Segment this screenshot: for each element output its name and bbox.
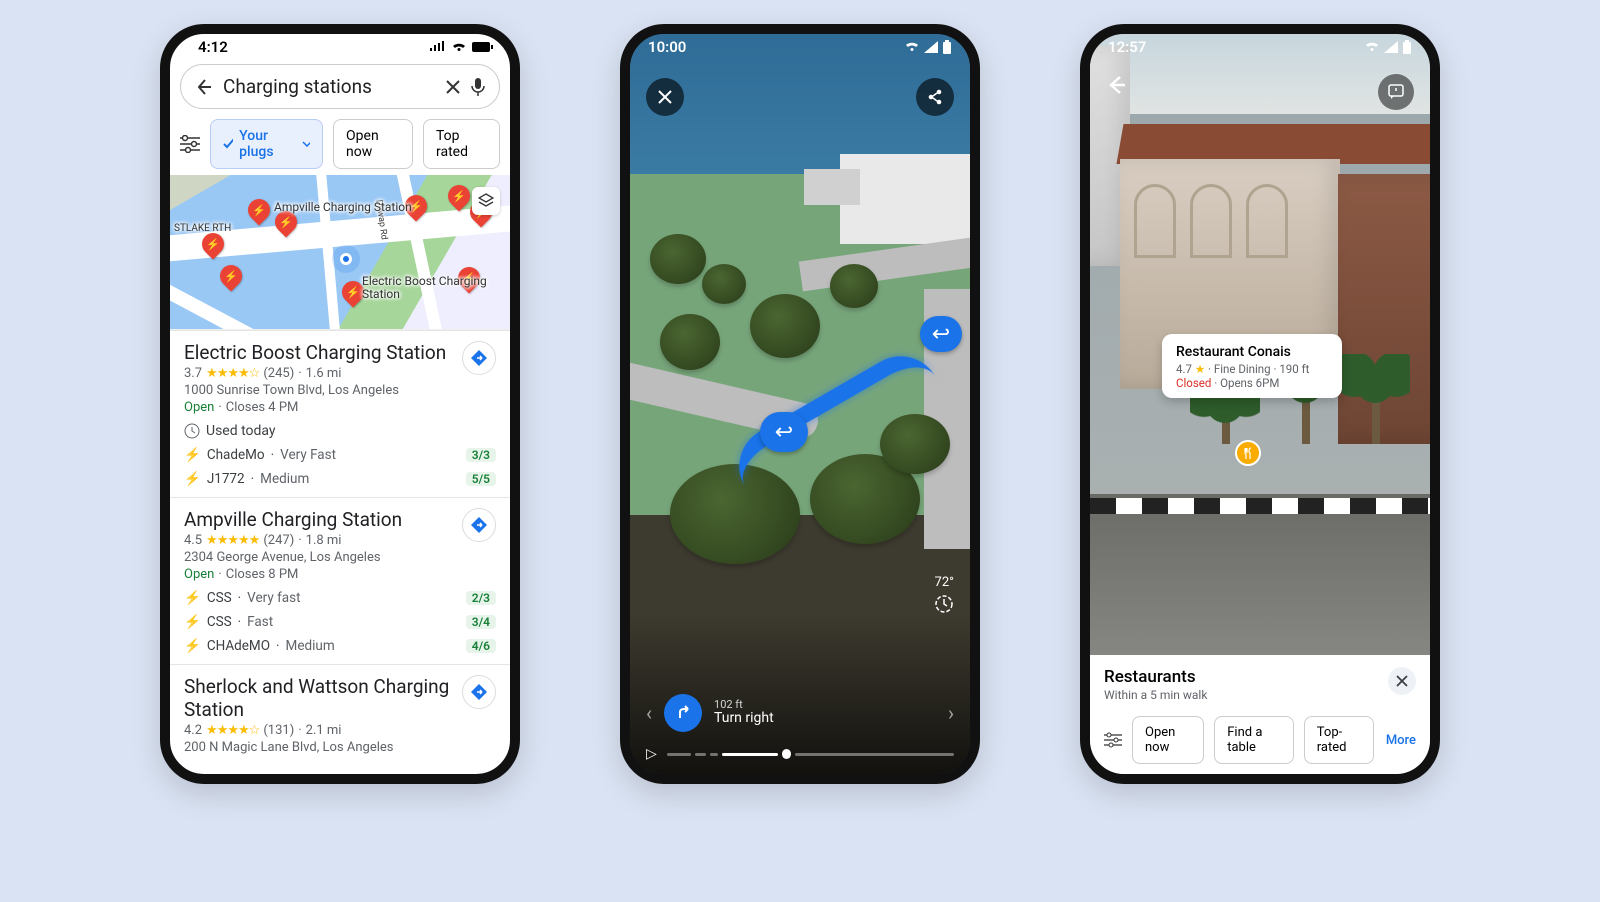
result-card[interactable]: Electric Boost Charging Station 3.7 ★★★★… [170, 330, 510, 497]
chip-open-now[interactable]: Open now [333, 119, 413, 169]
results-sheet: Restaurants Within a 5 min walk Open now… [1090, 655, 1430, 774]
used-today: Used today [184, 423, 496, 439]
chevron-right-icon[interactable]: › [948, 701, 954, 725]
map-area-label: STLAKE RTH [174, 223, 231, 234]
status-bar: 10:00 [630, 38, 970, 56]
stars-icon: ★★★★☆ [206, 723, 259, 738]
my-location-dot [340, 253, 352, 265]
stars-icon: ★★★★☆ [206, 366, 259, 381]
tune-icon[interactable] [180, 135, 200, 153]
chevron-left-icon[interactable]: ‹ [646, 701, 652, 725]
map-pin-label: Ampville Charging Station [274, 201, 412, 214]
chip-top-rated[interactable]: Top-rated [1304, 716, 1374, 764]
result-card[interactable]: Sherlock and Wattson Charging Station 4.… [170, 664, 510, 765]
status-bar: 4:12 [170, 34, 510, 56]
sheet-subtitle: Within a 5 min walk [1104, 688, 1207, 702]
back-button[interactable] [1106, 74, 1128, 96]
turn-icon [664, 694, 702, 732]
back-icon[interactable] [195, 78, 213, 96]
phone-1: 4:12 Charging stations Your plugs Open n… [160, 24, 520, 784]
share-button[interactable] [916, 78, 954, 116]
chip-top-rated[interactable]: Top rated [423, 119, 500, 169]
battery-icon [942, 40, 952, 54]
sheet-filter-chips: Open now Find a table Top-rated More [1104, 716, 1416, 764]
route-arrow-icon: ↩ [920, 316, 962, 352]
feedback-button[interactable] [1378, 74, 1414, 110]
status-time: 4:12 [198, 38, 228, 56]
close-sheet-button[interactable] [1388, 667, 1416, 695]
chip-find-table[interactable]: Find a table [1214, 716, 1294, 764]
wifi-icon [904, 41, 920, 53]
stars-icon: ★★★★★ [206, 533, 259, 548]
result-hours: Open · Closes 4 PM [184, 400, 496, 415]
result-name: Sherlock and Wattson Charging Station [184, 675, 496, 721]
immersive-controls: ‹ 102 ft Turn right › ▷ [630, 614, 970, 774]
timeline-scrubber[interactable]: ▷ [646, 746, 954, 762]
clear-icon[interactable] [445, 79, 461, 95]
map-pin-label: Electric Boost Charging Station [362, 275, 510, 301]
restaurant-pin-icon[interactable] [1235, 440, 1261, 466]
result-name: Electric Boost Charging Station [184, 341, 496, 364]
filter-chips: Your plugs Open now Top rated [170, 115, 510, 175]
time-icon [934, 594, 954, 614]
battery-icon [472, 41, 494, 53]
close-button[interactable] [646, 78, 684, 116]
status-bar: 12:57 [1090, 38, 1430, 56]
cellular-icon [1384, 41, 1398, 53]
chip-open-now[interactable]: Open now [1132, 716, 1204, 764]
phone-2: ↩ ↩ 10:00 72° ‹ 102 ft Turn right › [620, 24, 980, 784]
tune-icon[interactable] [1104, 732, 1122, 748]
status-time: 10:00 [648, 38, 686, 56]
plug-row: ⚡ J1772 · Medium 5/5 [184, 471, 496, 487]
layers-button[interactable] [472, 187, 500, 215]
result-rating-line: 3.7 ★★★★☆ (245) · 1.6 mi [184, 366, 496, 381]
phone-3: 12:57 Restaurant Conais 4.7 ★ · Fine Din… [1080, 24, 1440, 784]
directions-button[interactable] [462, 508, 496, 542]
result-address: 1000 Sunrise Town Blvd, Los Angeles [184, 383, 496, 398]
battery-icon [1402, 40, 1412, 54]
weather-widget: 72° [934, 575, 954, 614]
plug-row: ⚡ ChadeMo · Very Fast 3/3 [184, 447, 496, 463]
directions-button[interactable] [462, 675, 496, 709]
wifi-icon [450, 41, 468, 53]
mic-icon[interactable] [471, 78, 485, 96]
wifi-icon [1364, 41, 1380, 53]
direction-step: ‹ 102 ft Turn right › [646, 694, 954, 732]
map-preview[interactable]: STLAKE RTH Dewap Rd Ampville Charging St… [170, 175, 510, 330]
status-time: 12:57 [1108, 38, 1146, 56]
chevron-down-icon [302, 141, 310, 147]
check-icon [223, 138, 233, 150]
status-icons [430, 41, 494, 53]
sheet-title: Restaurants [1104, 667, 1207, 687]
play-icon[interactable]: ▷ [646, 746, 657, 762]
bolt-icon: ⚡ [184, 471, 201, 487]
route-arrow-icon: ↩ [760, 412, 808, 452]
chip-your-plugs[interactable]: Your plugs [210, 119, 323, 169]
place-card[interactable]: Restaurant Conais 4.7 ★ · Fine Dining · … [1162, 334, 1342, 398]
more-link[interactable]: More [1386, 733, 1416, 748]
directions-button[interactable] [462, 341, 496, 375]
clock-icon [184, 423, 200, 439]
search-bar[interactable]: Charging stations [180, 64, 500, 109]
result-name: Ampville Charging Station [184, 508, 496, 531]
star-icon: ★ [1195, 362, 1205, 376]
cellular-icon [924, 41, 938, 53]
place-name: Restaurant Conais [1176, 344, 1328, 360]
cellular-icon [430, 41, 446, 53]
result-card[interactable]: Ampville Charging Station 4.5 ★★★★★ (247… [170, 497, 510, 664]
bolt-icon: ⚡ [184, 447, 201, 463]
search-input[interactable]: Charging stations [223, 75, 435, 98]
